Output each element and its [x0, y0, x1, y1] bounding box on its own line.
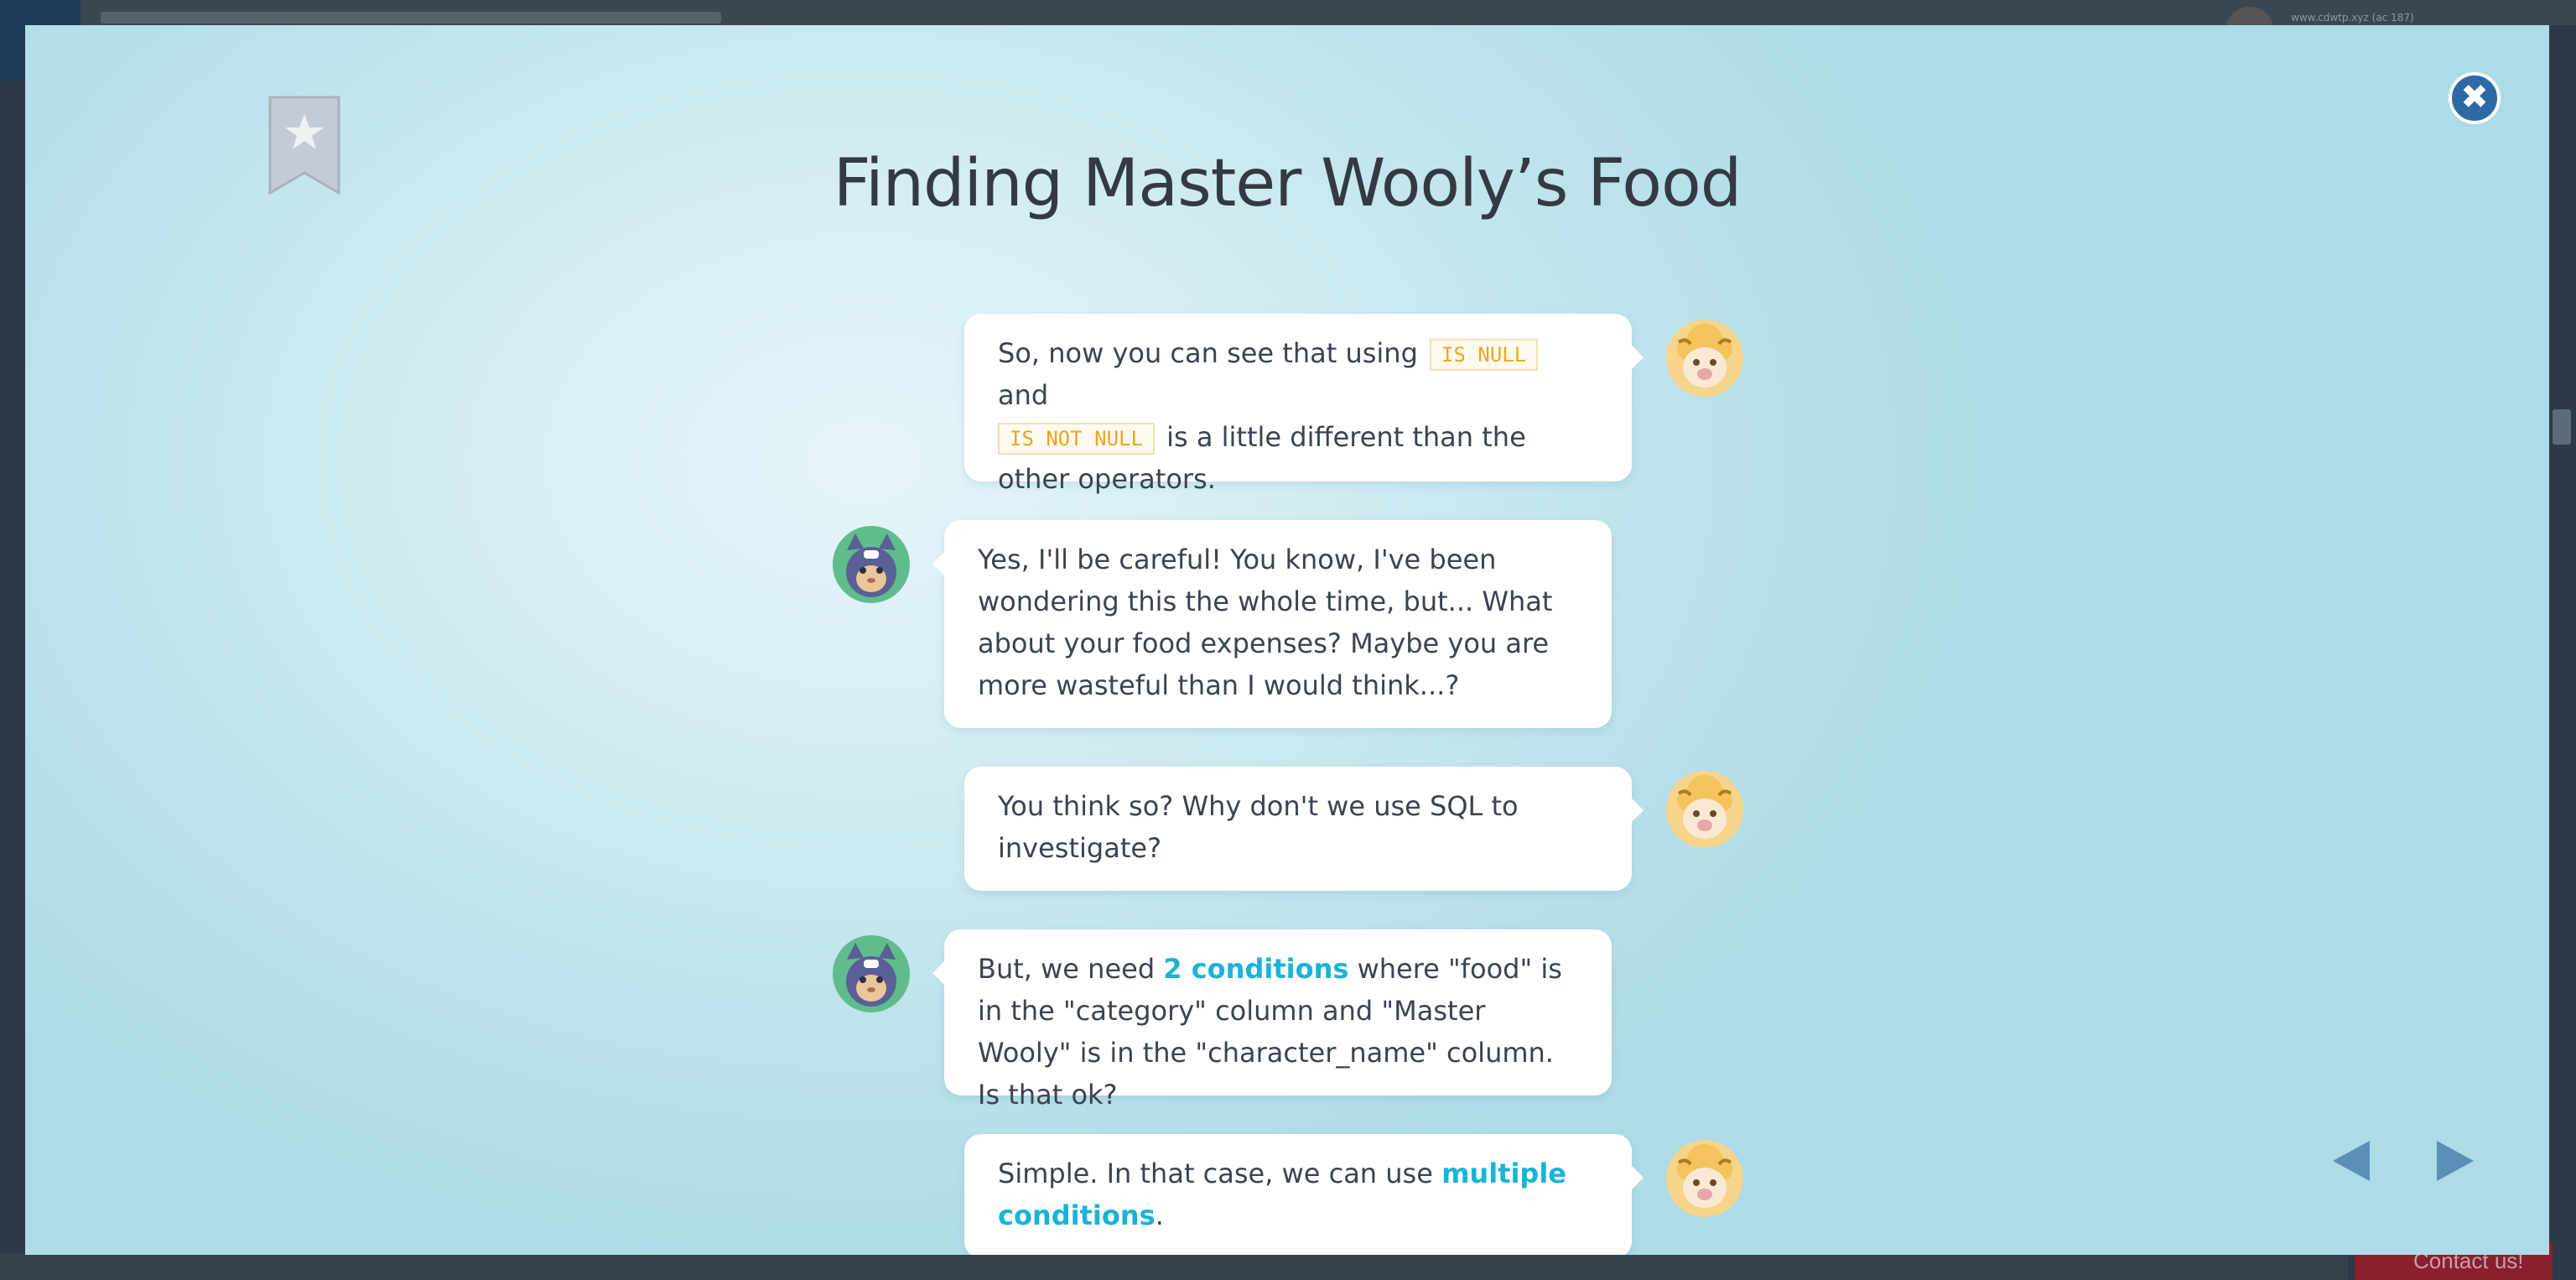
chat-message-sheep: Simple. In that case, we can use multipl…	[964, 1134, 1644, 1255]
code-snippet: IS NULL	[1430, 339, 1539, 371]
highlight-term: 2 conditions	[1163, 953, 1349, 985]
chat-message-cat: Yes, I'll be careful! You know, I've bee…	[932, 520, 1612, 728]
code-snippet: IS NOT NULL	[998, 423, 1155, 455]
chat-message-sheep: So, now you can see that using IS NULL a…	[964, 314, 1644, 495]
chat-message-cat: But, we need 2 conditions where "food" i…	[932, 929, 1612, 1111]
chat-message-sheep: You think so? Why don't we use SQL to in…	[964, 767, 1644, 891]
background-scrollbar	[2553, 409, 2571, 445]
cat-avatar-icon	[833, 526, 910, 603]
cat-avatar-icon	[833, 935, 910, 1012]
arrow-right-icon[interactable]	[2428, 1136, 2479, 1186]
background-url-bar	[101, 12, 721, 23]
sheep-avatar-icon	[1666, 771, 1743, 848]
arrow-left-icon[interactable]	[2328, 1136, 2378, 1186]
background-user-text: www.cdwtp.xyz (ac 187)	[2291, 12, 2414, 23]
background-bottom-bar	[0, 1253, 2348, 1280]
story-modal: Finding Master Wooly’s Food ✖ So, now yo…	[25, 25, 2549, 1255]
modal-title: Finding Master Wooly’s Food	[833, 146, 1742, 222]
sheep-avatar-icon	[1666, 1140, 1743, 1217]
close-icon[interactable]: ✖	[2449, 72, 2501, 124]
sheep-avatar-icon	[1666, 320, 1743, 397]
